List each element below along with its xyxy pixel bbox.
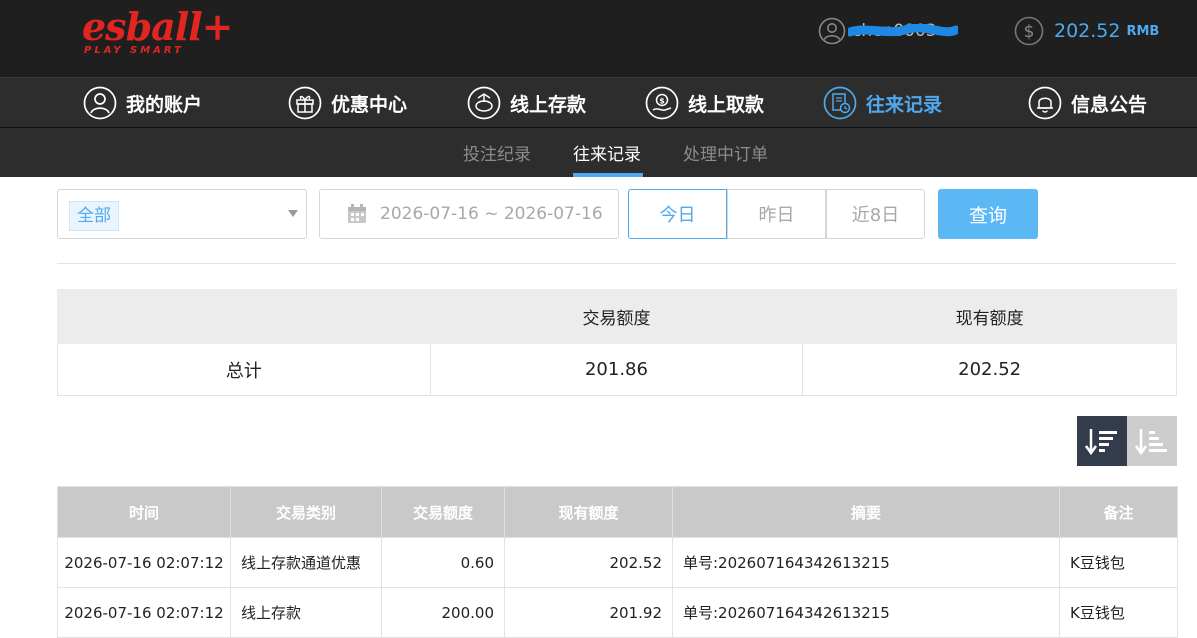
cell-amount: 0.60 <box>381 537 505 588</box>
nav-records[interactable]: 往来记录 <box>823 78 942 128</box>
sort-descending-button[interactable] <box>1077 416 1127 466</box>
col-header-balance[interactable]: 现有额度 <box>504 486 673 538</box>
sub-nav: 投注纪录 往来记录 处理中订单 <box>0 128 1197 177</box>
nav-withdraw[interactable]: $ 线上取款 <box>645 78 764 128</box>
quick-last8days-button[interactable]: 近8日 <box>826 189 925 239</box>
col-header-time[interactable]: 时间 <box>57 486 231 538</box>
table-row[interactable]: 2026-07-16 02:07:12 线上存款通道优惠 0.60 202.52… <box>57 537 1178 588</box>
selected-type-tag: 全部 <box>69 201 119 231</box>
balance-display: $ 202.52 RMB <box>1014 14 1159 48</box>
date-range-text: 2026-07-16 ~ 2026-07-16 <box>380 204 603 224</box>
logo-text: esball+ <box>82 4 233 49</box>
subnav-bet-records[interactable]: 投注纪录 <box>463 140 531 165</box>
chevron-down-icon <box>288 210 298 217</box>
table-row[interactable]: 2026-07-16 02:07:12 线上存款 200.00 201.92 单… <box>57 587 1178 638</box>
summary-header-blank <box>57 289 431 344</box>
sort-ascending-icon <box>1134 429 1167 456</box>
cell-summary: 单号:202607164342613215 <box>672 537 1060 588</box>
cell-summary: 单号:202607164342613215 <box>672 587 1060 638</box>
records-table: 时间 交易类别 交易额度 现有额度 摘要 备注 2026-07-16 02:07… <box>57 486 1178 638</box>
summary-header-amount: 交易额度 <box>429 289 804 344</box>
nav-deposit[interactable]: 线上存款 <box>467 78 586 128</box>
date-range-picker[interactable]: 2026-07-16 ~ 2026-07-16 <box>319 189 619 239</box>
esball-logo[interactable]: esball+ PLAY SMART <box>80 4 233 60</box>
nav-label: 信息公告 <box>1071 93 1148 116</box>
nav-announcements[interactable]: 信息公告 <box>1028 78 1147 128</box>
logo-tagline: PLAY SMART <box>84 45 184 56</box>
summary-total-amount: 201.86 <box>429 343 804 396</box>
cell-remark: K豆钱包 <box>1059 537 1178 588</box>
nav-label: 往来记录 <box>866 93 943 116</box>
col-header-amount[interactable]: 交易额度 <box>381 486 505 538</box>
bell-icon <box>1028 86 1062 120</box>
cell-remark: K豆钱包 <box>1059 587 1178 638</box>
summary-header-row: 交易额度 现有额度 <box>57 289 1177 344</box>
top-bar: esball+ PLAY SMART chen0003 $ 202.52 RMB <box>0 0 1197 77</box>
nav-label: 线上取款 <box>688 93 765 116</box>
svg-text:$: $ <box>1024 22 1035 42</box>
cell-type: 线上存款 <box>230 587 382 638</box>
cell-balance: 202.52 <box>504 537 673 588</box>
col-header-summary[interactable]: 摘要 <box>672 486 1060 538</box>
summary-current-balance: 202.52 <box>802 343 1177 396</box>
col-header-type[interactable]: 交易类别 <box>230 486 382 538</box>
nav-label: 我的账户 <box>126 93 203 116</box>
cell-time: 2026-07-16 02:07:12 <box>57 537 231 588</box>
col-header-remark[interactable]: 备注 <box>1059 486 1178 538</box>
summary-row: 总计 201.86 202.52 <box>57 343 1177 396</box>
nav-my-account[interactable]: 我的账户 <box>83 78 202 128</box>
subnav-pending-orders[interactable]: 处理中订单 <box>683 140 768 165</box>
sort-ascending-button[interactable] <box>1127 416 1177 466</box>
records-header-row: 时间 交易类别 交易额度 现有额度 摘要 备注 <box>57 486 1178 538</box>
records-icon <box>823 86 857 120</box>
redaction-scribble <box>848 24 958 37</box>
calendar-icon <box>348 204 366 223</box>
divider <box>57 263 1176 264</box>
summary-table: 交易额度 现有额度 总计 201.86 202.52 <box>57 289 1177 396</box>
gift-icon <box>288 86 322 120</box>
cell-type: 线上存款通道优惠 <box>230 537 382 588</box>
summary-total-label: 总计 <box>57 343 431 396</box>
nav-promotions[interactable]: 优惠中心 <box>288 78 407 128</box>
subnav-transaction-records[interactable]: 往来记录 <box>573 140 641 165</box>
cell-amount: 200.00 <box>381 587 505 638</box>
balance-currency: RMB <box>1126 23 1160 39</box>
nav-label: 优惠中心 <box>331 93 408 116</box>
dollar-icon: $ <box>1014 16 1044 46</box>
cell-time: 2026-07-16 02:07:12 <box>57 587 231 638</box>
main-nav: 我的账户 优惠中心 线上存款 $ 线上取款 往来记录 信息公告 <box>0 77 1197 128</box>
cell-balance: 201.92 <box>504 587 673 638</box>
nav-label: 线上存款 <box>510 93 587 116</box>
balance-amount: 202.52 <box>1054 20 1121 42</box>
summary-header-balance: 现有额度 <box>802 289 1177 344</box>
user-icon <box>818 17 846 45</box>
type-select[interactable]: 全部 <box>57 189 307 239</box>
search-button[interactable]: 查询 <box>938 189 1038 239</box>
user-circle-icon <box>83 86 117 120</box>
sort-descending-icon <box>1084 429 1117 456</box>
svg-text:$: $ <box>659 97 665 106</box>
deposit-icon <box>467 86 501 120</box>
withdraw-icon: $ <box>645 86 679 120</box>
quick-yesterday-button[interactable]: 昨日 <box>727 189 826 239</box>
subnav-active-indicator <box>573 173 643 177</box>
user-info[interactable]: chen0003 <box>818 14 962 48</box>
quick-today-button[interactable]: 今日 <box>628 189 727 239</box>
